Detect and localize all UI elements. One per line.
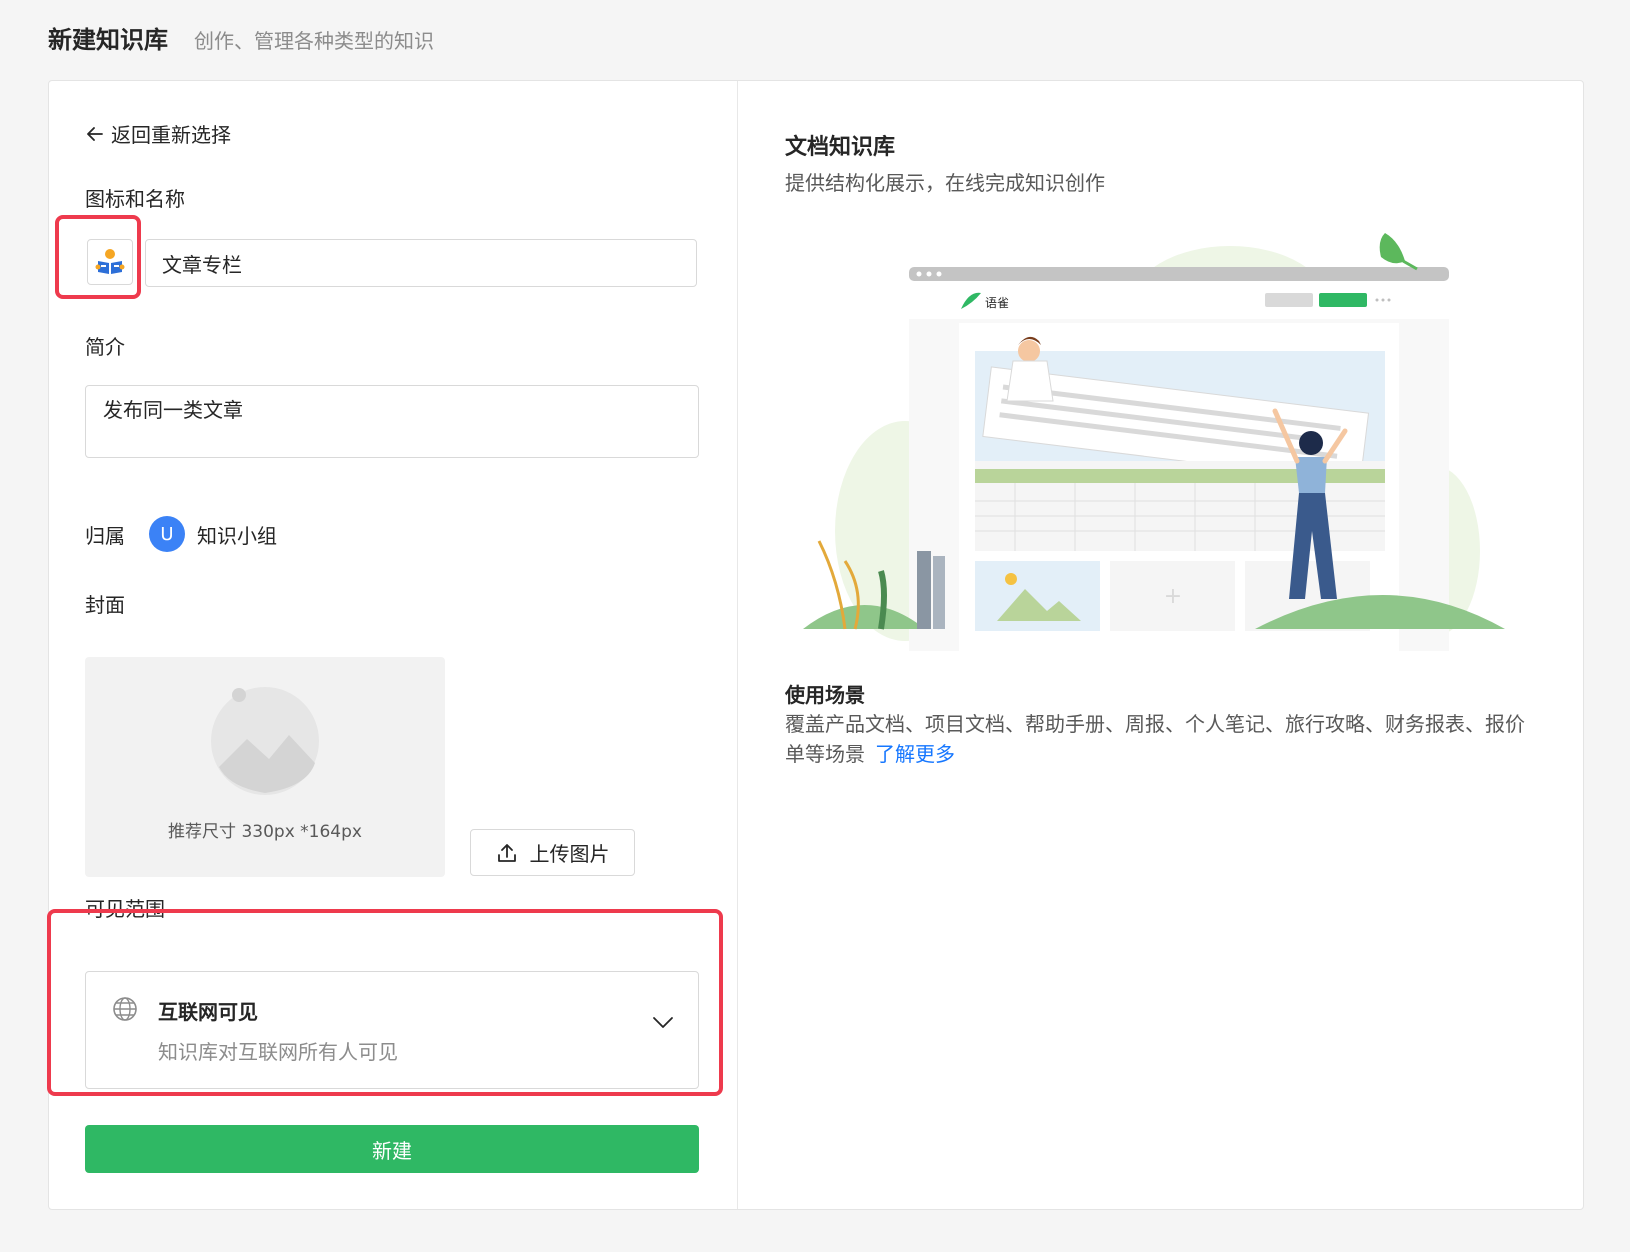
svg-text:+: + bbox=[1164, 584, 1182, 609]
page-title: 新建知识库 bbox=[48, 26, 168, 54]
owner-row: 归属 U 知识小组 bbox=[85, 516, 277, 552]
visibility-title: 互联网可见 bbox=[158, 1000, 258, 1024]
back-link[interactable]: 返回重新选择 bbox=[85, 119, 231, 148]
upload-icon bbox=[497, 843, 516, 862]
upload-image-button[interactable]: 上传图片 bbox=[470, 829, 635, 876]
book-reader-icon bbox=[95, 249, 125, 274]
visibility-select[interactable]: 互联网可见 知识库对互联网所有人可见 bbox=[85, 971, 699, 1089]
intro-input[interactable]: 发布同一类文章 bbox=[85, 385, 699, 458]
icon-name-label: 图标和名称 bbox=[85, 187, 185, 211]
illustration-brand: 语雀 bbox=[985, 296, 1009, 310]
preview-desc: 提供结构化展示，在线完成知识创作 bbox=[785, 171, 1105, 195]
create-button[interactable]: 新建 bbox=[85, 1125, 699, 1173]
image-placeholder-icon bbox=[211, 687, 319, 795]
avatar: U bbox=[149, 516, 185, 552]
preview-title: 文档知识库 bbox=[785, 135, 896, 160]
upload-label: 上传图片 bbox=[529, 842, 610, 866]
chevron-down-icon bbox=[653, 1017, 673, 1028]
visibility-label: 可见范围 bbox=[85, 897, 165, 921]
visibility-desc: 知识库对互联网所有人可见 bbox=[158, 1040, 398, 1064]
back-link-label: 返回重新选择 bbox=[111, 123, 231, 147]
cover-hint: 推荐尺寸 330px *164px bbox=[168, 822, 362, 842]
cover-preview[interactable]: 推荐尺寸 330px *164px bbox=[85, 657, 445, 877]
cover-label: 封面 bbox=[85, 593, 125, 617]
usage-title: 使用场景 bbox=[785, 683, 865, 707]
globe-icon bbox=[113, 997, 137, 1021]
icon-picker-button[interactable] bbox=[87, 239, 133, 285]
page-subtitle: 创作、管理各种类型的知识 bbox=[194, 29, 434, 53]
panel-divider bbox=[737, 81, 738, 1209]
knowledge-base-illustration: 语雀 + bbox=[803, 233, 1505, 651]
name-input[interactable] bbox=[145, 239, 697, 287]
learn-more-link[interactable]: 了解更多 bbox=[875, 742, 955, 766]
arrow-left-icon bbox=[87, 126, 103, 141]
page-header: 新建知识库 创作、管理各种类型的知识 bbox=[48, 20, 434, 55]
create-knowledge-base-card: 返回重新选择 图标和名称 简介 发布同一类文章 归属 U 知识小组 封面 推荐尺… bbox=[47, 80, 1584, 1210]
owner-name: 知识小组 bbox=[197, 523, 277, 548]
usage-text: 覆盖产品文档、项目文档、帮助手册、周报、个人笔记、旅行攻略、财务报表、报价单等场… bbox=[785, 709, 1525, 769]
owner-label: 归属 bbox=[85, 523, 125, 548]
intro-label: 简介 bbox=[85, 335, 125, 359]
